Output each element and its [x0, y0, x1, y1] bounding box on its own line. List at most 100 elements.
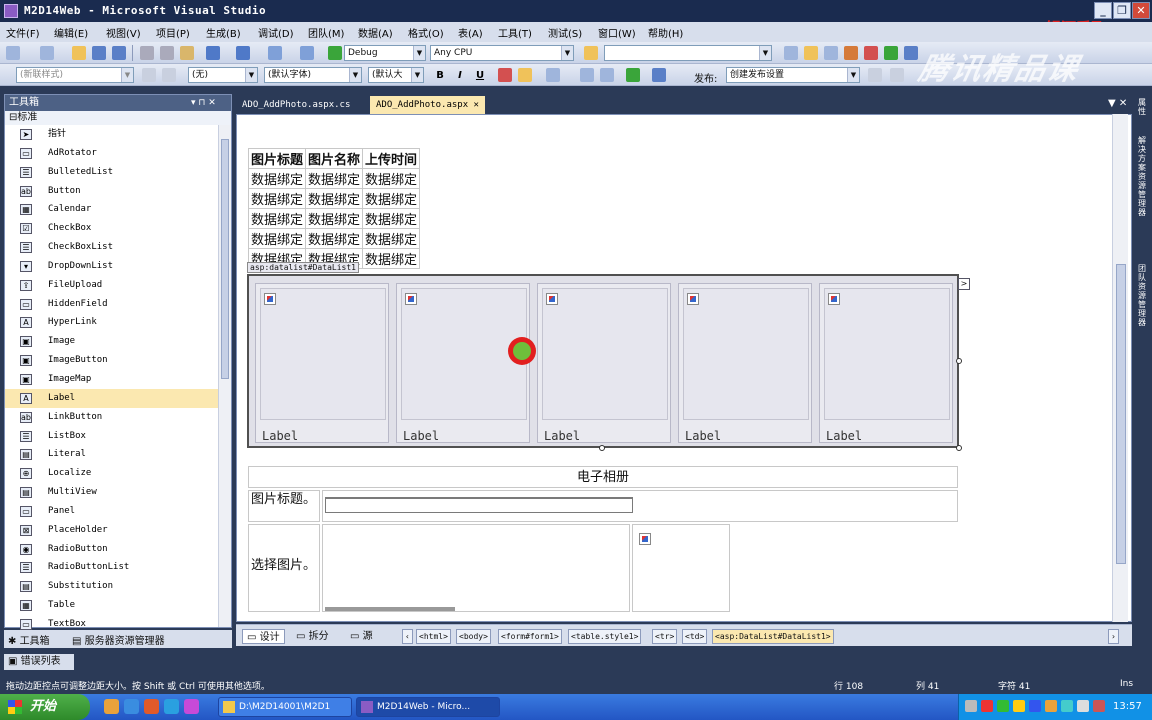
photo-title-input[interactable] — [325, 497, 633, 513]
publish-web-icon[interactable] — [868, 68, 882, 82]
menu-build[interactable]: 生成(B) — [206, 25, 241, 40]
menu-test[interactable]: 测试(S) — [548, 25, 582, 40]
tab-server-explorer[interactable]: ▤ 服务器资源管理器 — [72, 632, 165, 647]
file-upload-control[interactable] — [325, 607, 455, 611]
bold-button[interactable]: B — [432, 68, 448, 83]
toolbox-item-radiobuttonlist[interactable]: ☰ RadioButtonList — [5, 558, 219, 577]
quicklaunch-icon[interactable] — [184, 699, 199, 714]
toolbox-item-dropdownlist[interactable]: ▾ DropDownList — [5, 257, 219, 276]
datalist-item[interactable]: Label — [678, 283, 812, 443]
toolbox-item-linkbutton[interactable]: ab LinkButton — [5, 408, 219, 427]
resize-handle-right[interactable] — [956, 358, 962, 364]
bulleted-list-icon[interactable] — [600, 68, 614, 82]
close-button[interactable]: ✕ — [1132, 2, 1150, 19]
hyperlink-icon[interactable] — [626, 68, 640, 82]
breadcrumb-tag[interactable]: <td> — [682, 629, 708, 644]
panel-window-controls[interactable]: ▾ ⊓ ✕ — [191, 95, 216, 111]
tray-icon[interactable] — [1029, 700, 1041, 712]
toolbox-item-label[interactable]: A Label — [5, 388, 219, 408]
designer-scrollbar[interactable] — [1112, 114, 1128, 622]
tag-nav-next[interactable]: › — [1108, 629, 1119, 644]
publish-options-icon[interactable] — [890, 68, 904, 82]
tab-team-explorer[interactable]: 团队资源管理器 — [1135, 264, 1149, 327]
command-window-icon[interactable] — [904, 46, 918, 60]
breadcrumb-tag[interactable]: <form#form1> — [498, 629, 562, 644]
toolbox-item-imagebutton[interactable]: ▣ ImageButton — [5, 351, 219, 370]
design-view-button[interactable]: ▭ 设计 — [242, 629, 285, 644]
navigate-backward-icon[interactable] — [268, 46, 282, 60]
toolbox-item-substitution[interactable]: ▤ Substitution — [5, 577, 219, 596]
menu-team[interactable]: 团队(M) — [308, 25, 344, 40]
redo-icon[interactable] — [236, 46, 250, 60]
toolbox-item-calendar[interactable]: ▦ Calendar — [5, 200, 219, 219]
menu-edit[interactable]: 编辑(E) — [54, 25, 88, 40]
solution-explorer-icon[interactable] — [784, 46, 798, 60]
quicklaunch-icon[interactable] — [144, 699, 159, 714]
resize-handle-bottom[interactable] — [599, 445, 605, 451]
toolbox-item-literal[interactable]: ▤ Literal — [5, 445, 219, 464]
datalist-item[interactable]: Label — [255, 283, 389, 443]
tag-nav-prev[interactable]: ‹ — [402, 629, 413, 644]
save-all-icon[interactable] — [112, 46, 126, 60]
menu-help[interactable]: 帮助(H) — [648, 25, 683, 40]
menu-tools[interactable]: 工具(T) — [498, 25, 532, 40]
toolbox-group-standard[interactable]: ⊟标准 — [5, 111, 231, 125]
datalist-item[interactable]: Label — [819, 283, 953, 443]
menu-file[interactable]: 文件(F) — [6, 25, 40, 40]
tab-addphoto-aspx[interactable]: ADO_AddPhoto.aspx ✕ — [370, 96, 485, 114]
document-list-icon[interactable]: ▼ ✕ — [1108, 98, 1127, 109]
toolbox-item-bulletedlist[interactable]: ☰ BulletedList — [5, 163, 219, 182]
italic-button[interactable]: I — [452, 68, 468, 83]
datalist-item[interactable]: Label — [396, 283, 530, 443]
tab-addphoto-cs[interactable]: ADO_AddPhoto.aspx.cs — [236, 96, 356, 114]
toolbox-item-hiddenfield[interactable]: ▭ HiddenField — [5, 295, 219, 314]
datalist-control[interactable]: Label Label Label Label Label — [247, 274, 959, 448]
tab-properties[interactable]: 属性 — [1135, 98, 1149, 116]
scrollbar-thumb[interactable] — [221, 139, 229, 379]
toolbox-item-image[interactable]: ▣ Image — [5, 332, 219, 351]
breadcrumb-tag-current[interactable]: <asp:DataList#DataList1> — [712, 629, 834, 644]
menu-view[interactable]: 视图(V) — [106, 25, 141, 40]
new-project-icon[interactable] — [6, 46, 20, 60]
background-color-icon[interactable] — [518, 68, 532, 82]
tray-icon[interactable] — [981, 700, 993, 712]
copy-icon[interactable] — [160, 46, 174, 60]
css-style-dropdown[interactable]: (新联样式) ▼ — [16, 67, 134, 83]
close-tab-icon[interactable]: ✕ — [474, 100, 479, 110]
toolbox-item-button[interactable]: ab Button — [5, 182, 219, 201]
find-in-files-icon[interactable] — [584, 46, 598, 60]
toolbox-scrollbar[interactable] — [218, 125, 231, 627]
taskbar-explorer-window[interactable]: D:\M2D14001\M2D1 — [218, 697, 352, 717]
add-item-icon[interactable] — [40, 46, 54, 60]
toolbox-item-指针[interactable]: ➤ 指针 — [5, 125, 219, 144]
paste-icon[interactable] — [180, 46, 194, 60]
tray-icon[interactable] — [1013, 700, 1025, 712]
quicklaunch-icon[interactable] — [124, 699, 139, 714]
toolbox-item-multiview[interactable]: ▤ MultiView — [5, 483, 219, 502]
menu-format[interactable]: 格式(O) — [408, 25, 444, 40]
smart-tag-button[interactable]: > — [958, 278, 970, 290]
toolbox-item-panel[interactable]: ▭ Panel — [5, 502, 219, 521]
toolbox-item-imagemap[interactable]: ▣ ImageMap — [5, 370, 219, 389]
tray-icon[interactable] — [1061, 700, 1073, 712]
toolbox-item-localize[interactable]: ⊕ Localize — [5, 464, 219, 483]
restore-button[interactable]: ❐ — [1113, 2, 1131, 19]
source-view-button[interactable]: ▭ 源 — [346, 629, 377, 644]
breadcrumb-tag[interactable]: <table.style1> — [568, 629, 642, 644]
taskbar-visual-studio-window[interactable]: M2D14Web - Micro... — [356, 697, 500, 717]
toolbox-item-checkbox[interactable]: ☑ CheckBox — [5, 219, 219, 238]
minimize-button[interactable]: _ — [1094, 2, 1112, 19]
preview-image[interactable] — [632, 524, 730, 612]
toolbox-item-radiobutton[interactable]: ◉ RadioButton — [5, 540, 219, 559]
underline-button[interactable]: U — [472, 68, 488, 83]
font-size-dropdown[interactable]: (默认大 ▼ — [368, 67, 424, 83]
tray-icon[interactable] — [1045, 700, 1057, 712]
extension-manager-icon[interactable] — [884, 46, 898, 60]
resize-handle-corner[interactable] — [956, 445, 962, 451]
tray-icon[interactable] — [1093, 700, 1105, 712]
quicklaunch-icon[interactable] — [104, 699, 119, 714]
toolbox-icon[interactable] — [844, 46, 858, 60]
toolbox-item-placeholder[interactable]: ⊠ PlaceHolder — [5, 521, 219, 540]
numbered-list-icon[interactable] — [580, 68, 594, 82]
start-page-icon[interactable] — [864, 46, 878, 60]
